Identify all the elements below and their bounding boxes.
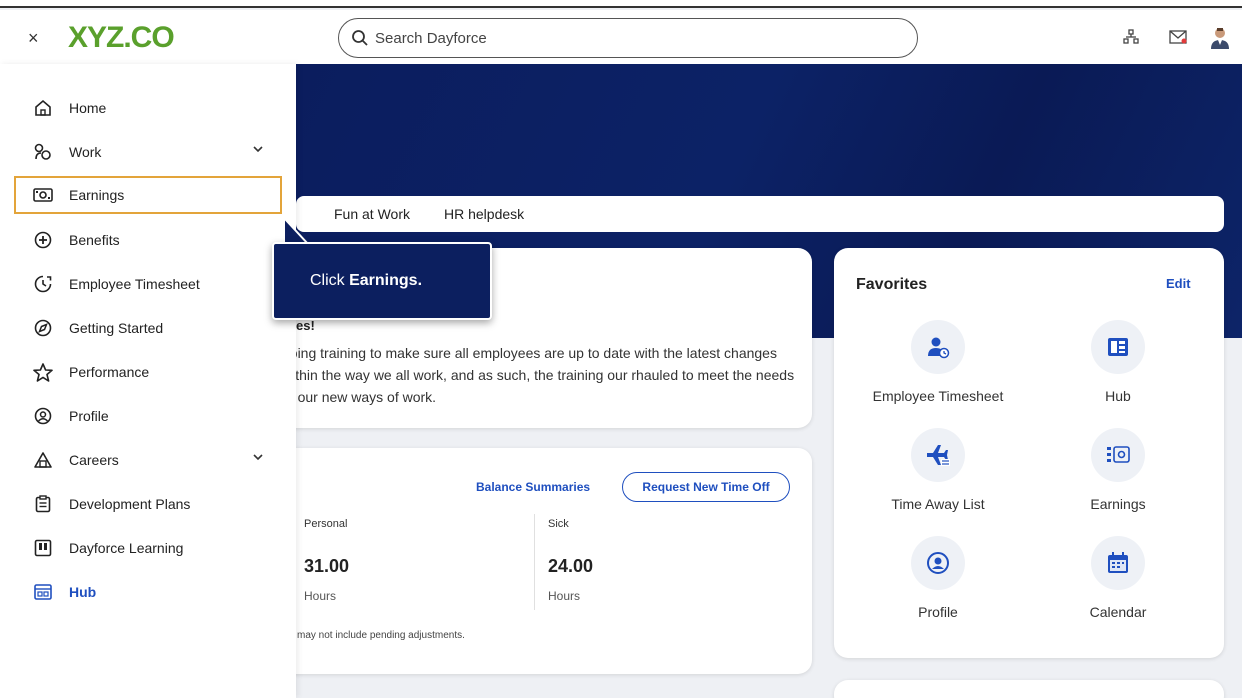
- balance-label: Sick: [548, 518, 569, 530]
- news-body: going training to make sure all employee…: [282, 345, 795, 405]
- favorites-edit-link[interactable]: Edit: [1166, 276, 1191, 291]
- learning-icon: [32, 537, 54, 559]
- sidebar-item-label: Home: [69, 100, 107, 116]
- search-input[interactable]: [375, 27, 895, 49]
- favorite-earnings[interactable]: Earnings: [1028, 428, 1208, 512]
- sidebar-item-employee-timesheet[interactable]: Employee Timesheet: [14, 265, 282, 303]
- sidebar-item-careers[interactable]: Careers: [14, 441, 282, 479]
- news-title: es!: [296, 318, 315, 333]
- balance-personal: Personal 31.00 Hours: [304, 518, 349, 603]
- timesheet-icon: [32, 273, 54, 295]
- hub-icon: [32, 581, 54, 603]
- close-menu-button[interactable]: ×: [28, 28, 39, 49]
- careers-icon: [32, 449, 54, 471]
- sidebar-item-label: Dayforce Learning: [69, 540, 184, 556]
- balance-sick: Sick 24.00 Hours: [548, 518, 593, 603]
- walkthrough-callout: Click Earnings.: [272, 242, 492, 320]
- favorite-employee-timesheet[interactable]: Employee Timesheet: [848, 320, 1028, 404]
- callout-target: Earnings.: [349, 272, 423, 289]
- sidebar-item-label: Profile: [69, 408, 109, 424]
- balance-value: 31.00: [304, 556, 350, 576]
- tab-fun-at-work[interactable]: Fun at Work: [334, 206, 410, 222]
- user-avatar[interactable]: [1207, 24, 1233, 50]
- favorite-profile[interactable]: Profile: [848, 536, 1028, 620]
- compass-icon: [32, 317, 54, 339]
- sidebar-item-label: Earnings: [69, 187, 125, 203]
- org-chart-icon[interactable]: [1118, 24, 1144, 50]
- balance-divider: [534, 514, 535, 610]
- sidebar-item-benefits[interactable]: Benefits: [14, 221, 282, 259]
- sidebar-item-earnings[interactable]: Earnings: [14, 176, 282, 214]
- sidebar-item-profile[interactable]: Profile: [14, 397, 282, 435]
- balance-value: 24.00: [548, 556, 594, 576]
- favorites-card: Favorites Edit Employee Timesheet Hub Ti…: [834, 248, 1224, 658]
- favorite-label: Employee Timesheet: [872, 388, 1004, 404]
- sidebar-item-label: Hub: [69, 584, 97, 600]
- favorite-label: Calendar: [1089, 604, 1147, 620]
- favorite-label: Earnings: [1090, 496, 1146, 512]
- search-icon: [352, 30, 368, 46]
- navigation-sidebar: Home Work Earnings Benefits Employee Tim…: [0, 64, 296, 698]
- clipboard-icon: [32, 493, 54, 515]
- sidebar-item-label: Work: [69, 144, 102, 160]
- favorite-label: Time Away List: [891, 496, 985, 512]
- favorite-label: Profile: [918, 604, 958, 620]
- callout-text: Click Earnings.: [310, 272, 422, 290]
- profile-icon: [32, 405, 54, 427]
- next-card-partial: [834, 680, 1224, 698]
- calendar-icon: [1091, 536, 1145, 590]
- balance-unit: Hours: [548, 589, 581, 603]
- hub-tab-bar: er Fun at Work HR helpdesk: [282, 196, 1224, 232]
- sidebar-item-hub[interactable]: Hub: [14, 573, 282, 611]
- chevron-down-icon[interactable]: [252, 145, 264, 153]
- work-icon: [32, 141, 54, 163]
- balance-label: Personal: [304, 518, 348, 530]
- sidebar-item-label: Benefits: [69, 232, 120, 248]
- hub-icon: [1091, 320, 1145, 374]
- sidebar-item-label: Careers: [69, 452, 119, 468]
- balance-summaries-link[interactable]: Balance Summaries: [476, 480, 590, 494]
- sidebar-item-label: Development Plans: [69, 496, 191, 512]
- top-header: × XYZ.CO: [0, 10, 1242, 64]
- sidebar-item-development-plans[interactable]: Development Plans: [14, 485, 282, 523]
- request-time-off-button[interactable]: Request New Time Off: [622, 472, 790, 502]
- earnings-icon: [32, 184, 54, 206]
- star-icon: [32, 361, 54, 383]
- favorite-label: Hub: [1105, 388, 1131, 404]
- favorite-calendar[interactable]: Calendar: [1028, 536, 1208, 620]
- sidebar-item-home[interactable]: Home: [14, 89, 282, 127]
- time-off-balances-card: Balance Summaries Request New Time Off P…: [266, 448, 812, 674]
- sidebar-item-label: Getting Started: [69, 320, 164, 336]
- favorite-hub[interactable]: Hub: [1028, 320, 1208, 404]
- earnings-list-icon: [1091, 428, 1145, 482]
- mail-icon[interactable]: [1165, 24, 1191, 50]
- sidebar-item-dayforce-learning[interactable]: Dayforce Learning: [14, 529, 282, 567]
- sidebar-item-label: Employee Timesheet: [69, 276, 200, 292]
- home-icon: [32, 97, 54, 119]
- sidebar-item-performance[interactable]: Performance: [14, 353, 282, 391]
- balance-unit: Hours: [304, 589, 337, 603]
- sidebar-item-work[interactable]: Work: [14, 133, 282, 171]
- plane-list-icon: [911, 428, 965, 482]
- profile-icon: [911, 536, 965, 590]
- window-top-border: [0, 0, 1242, 8]
- sidebar-item-label: Performance: [69, 364, 150, 380]
- chevron-down-icon[interactable]: [252, 453, 264, 461]
- tab-hr-helpdesk[interactable]: HR helpdesk: [444, 206, 524, 222]
- favorite-time-away-list[interactable]: Time Away List: [848, 428, 1028, 512]
- benefits-icon: [32, 229, 54, 251]
- favorites-title: Favorites: [856, 276, 928, 293]
- sidebar-item-getting-started[interactable]: Getting Started: [14, 309, 282, 347]
- callout-prefix: Click: [310, 272, 350, 289]
- company-logo: XYZ.CO: [68, 21, 175, 54]
- balance-note: l may not include pending adjustments.: [292, 630, 465, 641]
- timesheet-person-icon: [911, 320, 965, 374]
- search-bar[interactable]: [338, 18, 918, 58]
